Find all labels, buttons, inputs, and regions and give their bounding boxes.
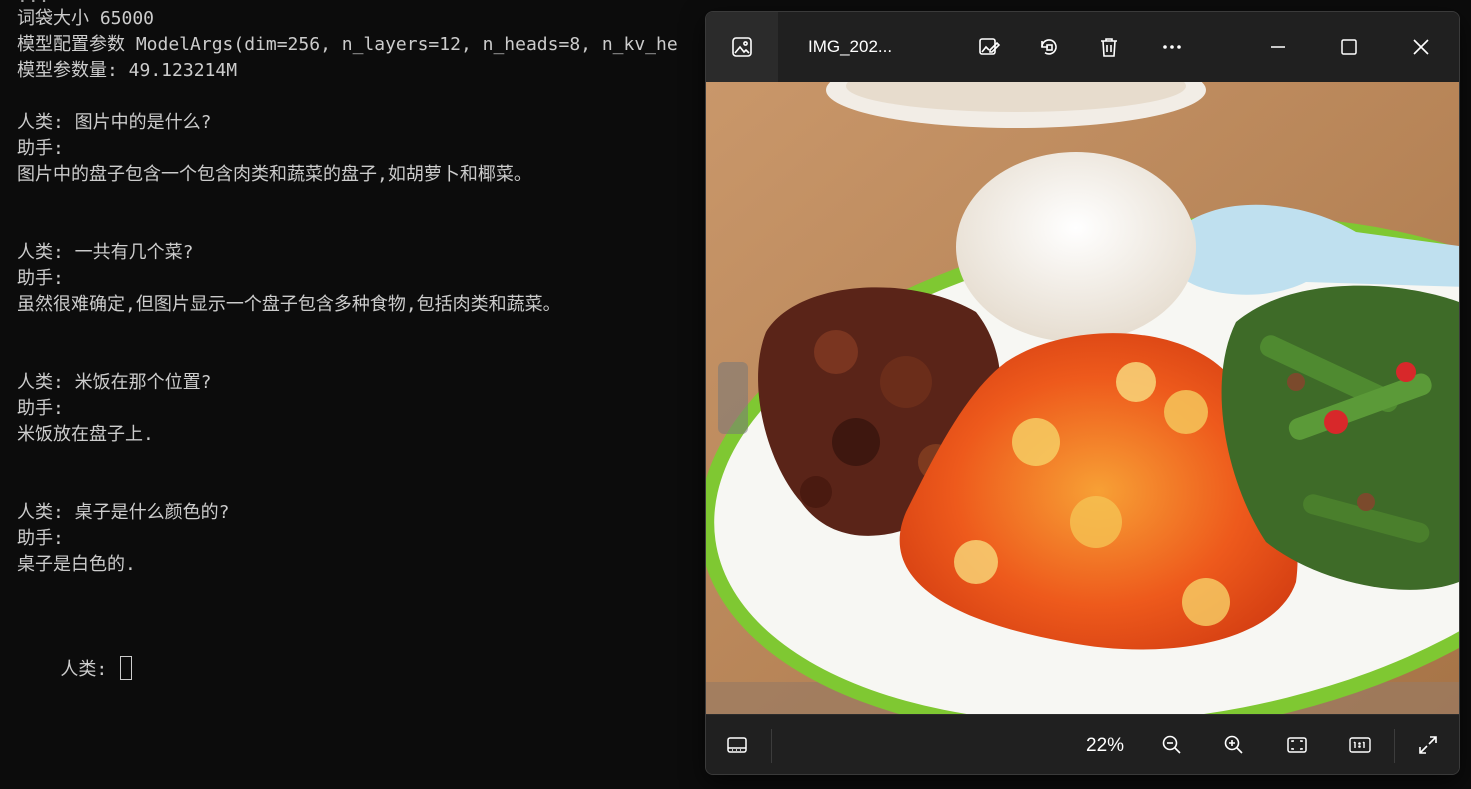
fit-to-window-icon — [1287, 737, 1307, 753]
terminal-line: 人类: 米饭在那个位置? — [17, 372, 212, 393]
more-button[interactable] — [1154, 29, 1190, 65]
prompt-label: 人类: — [60, 659, 119, 680]
title-bar: IMG_202... — [706, 12, 1459, 82]
zoom-out-button[interactable] — [1154, 727, 1190, 763]
fit-to-window-button[interactable] — [1279, 727, 1315, 763]
previous-image-handle[interactable] — [718, 362, 748, 434]
terminal-line: 米饭放在盘子上. — [17, 424, 154, 445]
photo-viewer-window[interactable]: IMG_202... 22% — [705, 11, 1460, 775]
zoom-in-button[interactable] — [1216, 727, 1252, 763]
maximize-icon — [1341, 39, 1357, 55]
terminal-line: 助手: — [17, 398, 64, 419]
zoom-in-icon — [1224, 735, 1243, 754]
bottom-toolbar: 22% — [706, 714, 1459, 774]
terminal-line: 模型配置参数 ModelArgs(dim=256, n_layers=12, n… — [17, 34, 678, 55]
terminal-line: 图片中的盘子包含一个包含肉类和蔬菜的盘子,如胡萝卜和椰菜。 — [17, 164, 532, 185]
rotate-icon — [1041, 39, 1057, 55]
delete-icon — [1101, 38, 1117, 57]
terminal-line: 助手: — [17, 528, 64, 549]
close-icon — [1413, 39, 1429, 55]
photo-canvas[interactable] — [706, 82, 1459, 714]
close-button[interactable] — [1403, 29, 1439, 65]
rice — [956, 152, 1196, 342]
separator — [771, 729, 772, 763]
edit-image-button[interactable] — [971, 29, 1007, 65]
terminal-line: 模型参数量: 49.123214M — [17, 60, 238, 81]
more-icon — [1163, 45, 1181, 49]
terminal-line: 人类: 一共有几个菜? — [17, 242, 194, 263]
delete-button[interactable] — [1091, 29, 1127, 65]
filmstrip-button[interactable] — [719, 727, 755, 763]
actual-size-button[interactable] — [1342, 727, 1378, 763]
gallery-icon — [732, 37, 752, 57]
fullscreen-icon — [1419, 736, 1437, 754]
file-title: IMG_202... — [808, 37, 893, 56]
minimize-button[interactable] — [1260, 29, 1296, 65]
minimize-icon — [1271, 46, 1285, 48]
zoom-level: 22% — [1086, 735, 1125, 756]
terminal-line: 人类: 桌子是什么颜色的? — [17, 502, 230, 523]
rotate-button[interactable] — [1031, 29, 1067, 65]
actual-size-icon — [1349, 737, 1371, 753]
food-photo — [706, 82, 1459, 714]
gallery-button[interactable] — [706, 12, 778, 82]
edit-image-icon — [979, 38, 1001, 55]
text-cursor — [120, 656, 133, 680]
terminal-line: 虽然很难确定,但图片显示一个盘子包含多种食物,包括肉类和蔬菜。 — [17, 294, 561, 315]
terminal-line: 桌子是白色的. — [17, 554, 136, 575]
terminal-line: 助手: — [17, 268, 64, 289]
separator — [1394, 729, 1395, 763]
fullscreen-button[interactable] — [1410, 727, 1446, 763]
zoom-out-icon — [1162, 735, 1181, 754]
terminal-line: 人类: 图片中的是什么? — [17, 112, 212, 133]
terminal-line: 助手: — [17, 138, 64, 159]
terminal-line: 词袋大小 65000 — [17, 8, 155, 29]
terminal-prompt[interactable]: 人类: — [17, 630, 133, 709]
filmstrip-icon — [727, 737, 747, 753]
maximize-button[interactable] — [1331, 29, 1367, 65]
